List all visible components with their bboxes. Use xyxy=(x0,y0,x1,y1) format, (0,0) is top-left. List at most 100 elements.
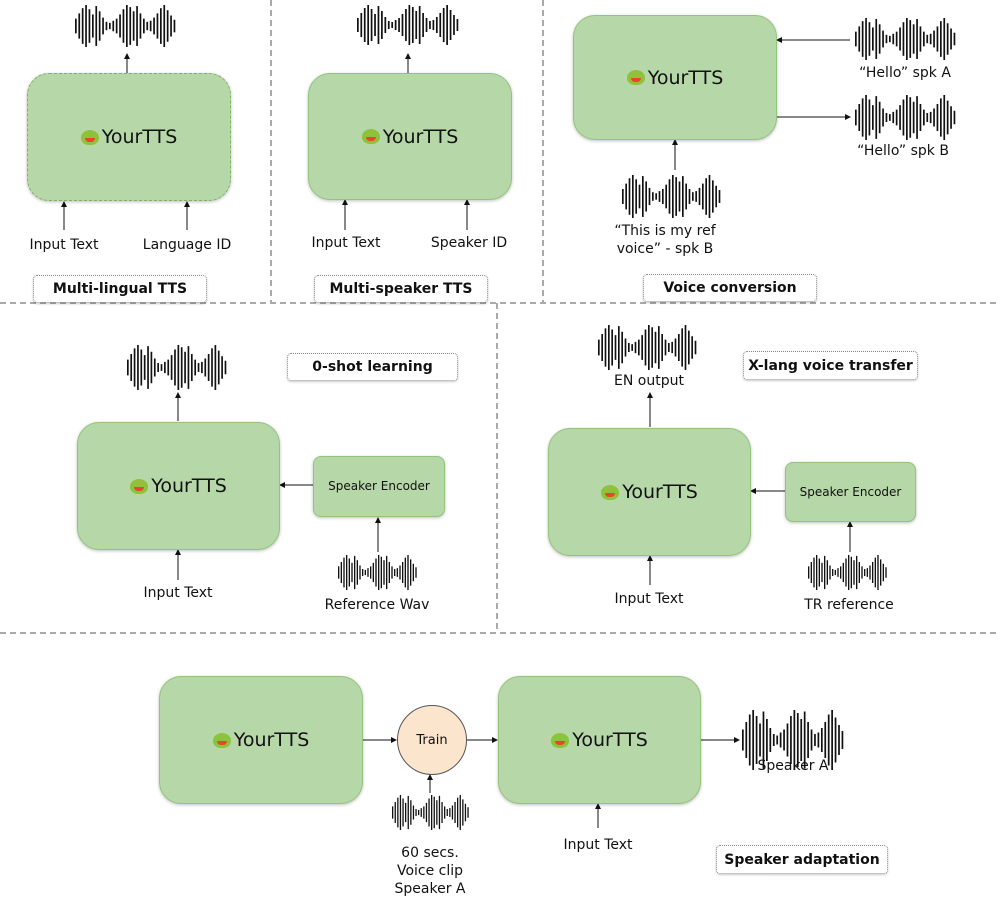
waveform-bar xyxy=(824,722,827,758)
waveform-bar xyxy=(422,13,424,37)
frog-icon xyxy=(80,129,99,145)
waveform-bar xyxy=(362,569,364,576)
waveform-bar xyxy=(816,555,818,590)
waveform-bar xyxy=(153,358,156,377)
waveform-bar xyxy=(868,99,871,136)
waveform-bar xyxy=(173,19,176,33)
waveform-bar xyxy=(810,562,812,583)
yourtts-diagram: YourTTS Input Text Language ID Multi-lin… xyxy=(0,0,1000,913)
waveform-bar xyxy=(853,560,855,585)
waveform-bar xyxy=(127,359,129,376)
waveform-bar xyxy=(457,797,459,828)
waveform-bar xyxy=(628,178,631,215)
waveform-bar xyxy=(625,183,627,210)
frog-icon xyxy=(626,70,645,85)
waveform-bar xyxy=(692,192,694,201)
waveform-bar xyxy=(858,562,860,583)
waveform-bar xyxy=(661,334,663,361)
waveform-bar xyxy=(675,177,677,216)
speaker-encoder-box: Speaker Encoder xyxy=(313,456,445,517)
waveform-bar xyxy=(688,188,691,205)
waveform-bar xyxy=(157,363,159,372)
waveform-bar xyxy=(936,104,939,131)
waveform-bar xyxy=(383,560,385,585)
waveform-bar xyxy=(940,98,942,137)
waveform-bar xyxy=(467,807,469,818)
waveform-bar xyxy=(837,568,839,577)
waveform-bar xyxy=(929,111,932,124)
waveform-bar xyxy=(658,191,661,202)
waveform-bar xyxy=(364,569,366,576)
waveform-bar xyxy=(648,187,651,206)
waveform-bar xyxy=(848,555,850,590)
waveform-bar xyxy=(348,558,350,587)
waveform-bar xyxy=(139,13,142,39)
waveform-bar xyxy=(187,346,190,389)
waveform-bar xyxy=(444,806,446,819)
waveform-bar xyxy=(217,350,220,385)
waveform-bar xyxy=(826,560,828,585)
waveform-bar xyxy=(112,20,115,32)
waveform-bar xyxy=(418,6,421,44)
waveform-bar xyxy=(943,95,946,140)
waveform-bar xyxy=(681,328,683,367)
waveform-bar xyxy=(872,27,874,51)
waveform-bar xyxy=(394,569,396,576)
waveform-bar xyxy=(166,10,169,42)
waveform-bar xyxy=(953,110,956,125)
waveform-bar xyxy=(872,562,874,583)
waveform-bar xyxy=(618,326,620,369)
waveform-bar xyxy=(861,98,864,137)
waveform-bar xyxy=(214,345,217,390)
waveform-bar xyxy=(464,803,467,822)
waveform-bar xyxy=(611,329,613,366)
waveform-bar xyxy=(892,33,895,45)
waveform-bar xyxy=(874,557,876,588)
waveform-bar xyxy=(821,562,823,583)
waveform-bar xyxy=(902,99,905,136)
waveform-bar xyxy=(81,8,84,44)
waveform-bar xyxy=(641,335,643,360)
waveform-bar xyxy=(415,567,417,578)
waveform-bar xyxy=(865,95,867,140)
waveform-bar xyxy=(415,11,418,39)
waveform-bar xyxy=(119,14,121,38)
waveform-bar xyxy=(98,11,101,41)
waveform-bar xyxy=(651,327,653,368)
yourtts-box-multispeaker: YourTTS xyxy=(308,73,512,200)
reference-wav-label: Reference Wav xyxy=(324,597,430,613)
waveform-bar xyxy=(742,729,744,751)
source-audio-label: “Hello” spk A xyxy=(859,65,951,81)
speaker-id-label: Speaker ID xyxy=(430,235,508,251)
waveform-bar xyxy=(360,13,363,37)
waveform-bar xyxy=(410,800,412,825)
waveform-bar xyxy=(429,21,431,29)
waveform-bar xyxy=(631,344,633,351)
waveform-bar xyxy=(638,184,641,209)
yourtts-box-xlang: YourTTS xyxy=(548,428,751,556)
waveform-bar xyxy=(190,354,193,381)
waveform-bar xyxy=(454,802,456,823)
yourtts-box-vc: YourTTS xyxy=(573,15,777,140)
waveform-bar xyxy=(845,558,847,587)
waveform-bar xyxy=(115,18,118,34)
waveform-bar xyxy=(682,176,684,217)
waveform-bar xyxy=(779,732,782,748)
waveform-bar xyxy=(865,18,867,60)
waveform-bar xyxy=(78,13,81,39)
waveform-bar xyxy=(923,31,925,47)
waveform-bar xyxy=(378,555,380,590)
waveform-bar xyxy=(694,340,697,355)
waveform-bar xyxy=(163,5,166,47)
waveform-bar xyxy=(170,355,173,380)
panel-title-vc: Voice conversion xyxy=(643,274,817,302)
waveform-bar xyxy=(684,325,687,370)
waveform-bar xyxy=(889,114,891,121)
frog-icon xyxy=(601,484,620,500)
waveform-bar xyxy=(665,184,667,209)
waveform-bar xyxy=(635,179,637,214)
input-text-label: Input Text xyxy=(143,585,213,601)
waveform-bar xyxy=(601,334,603,361)
waveform-bar xyxy=(153,17,155,35)
waveform-bar xyxy=(708,175,711,218)
